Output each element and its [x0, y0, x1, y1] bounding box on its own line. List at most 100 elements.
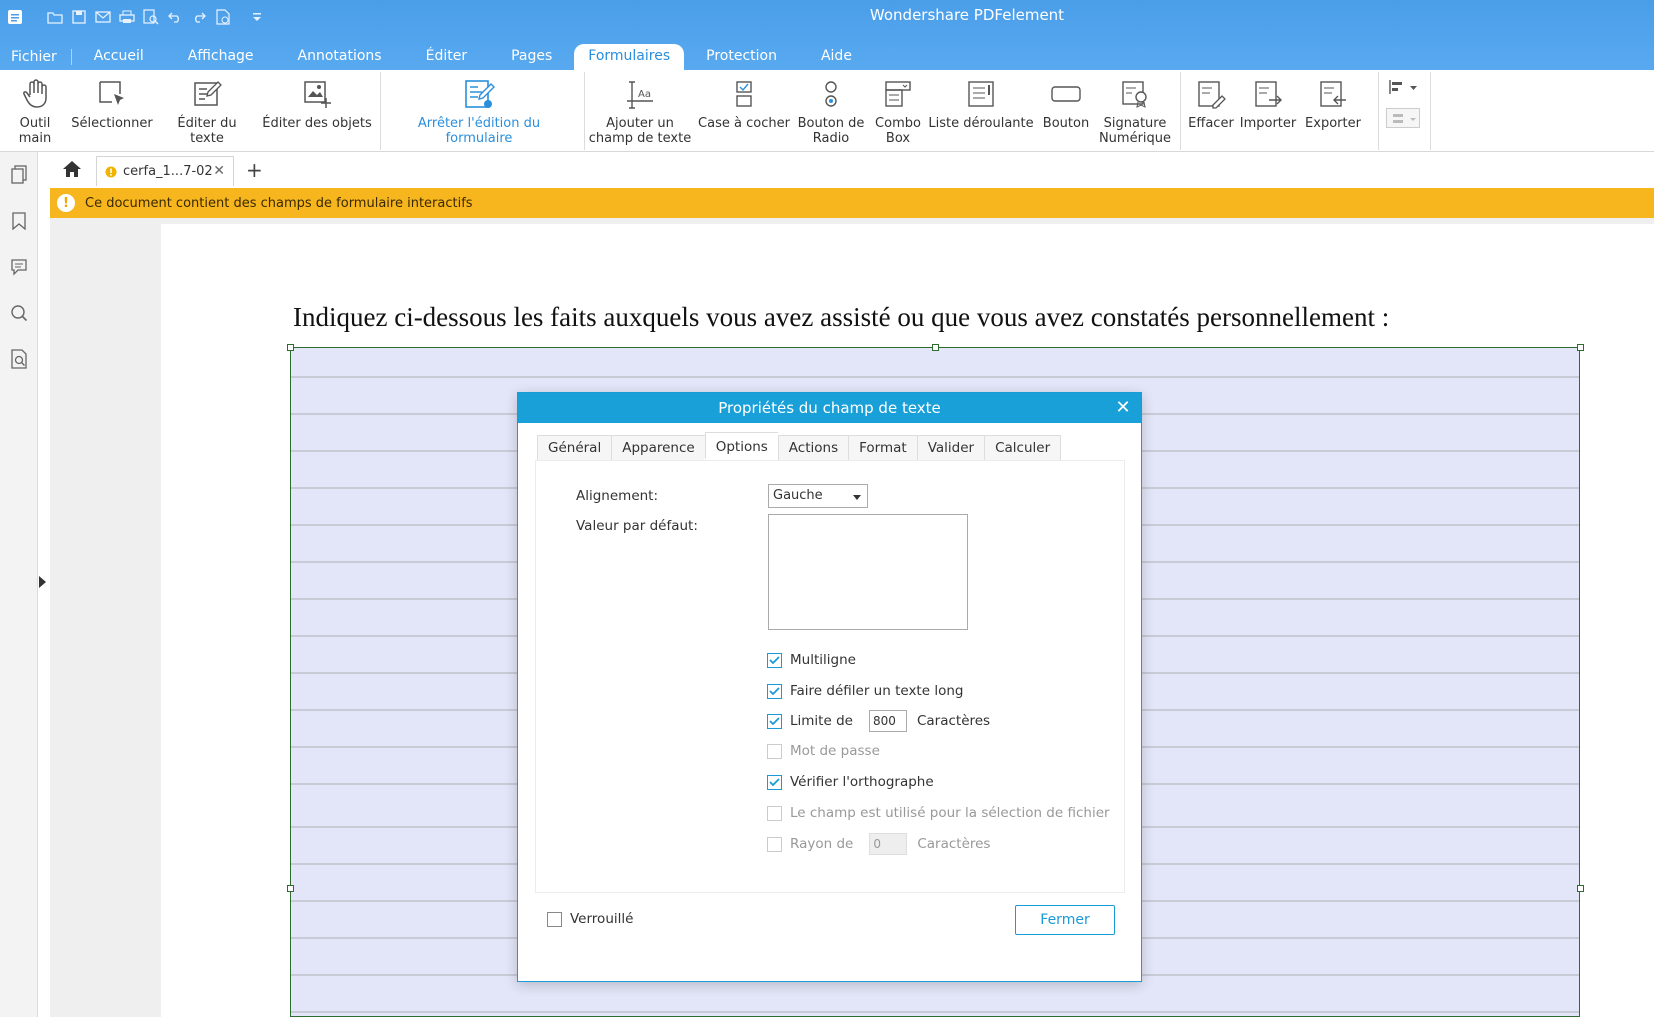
bouton-radio-label-2: Radio	[812, 131, 850, 146]
resize-handle[interactable]	[932, 344, 939, 351]
arreter-edition-button[interactable]: Arrêter l'édition du formulaire	[384, 70, 574, 152]
orthographe-option[interactable]: Vérifier l'orthographe	[767, 772, 934, 792]
new-tab-icon[interactable]: +	[246, 158, 263, 182]
close-tab-icon[interactable]: ✕	[213, 163, 225, 179]
menu-protection[interactable]: Protection	[684, 44, 799, 70]
bouton-radio-label-1: Bouton de	[797, 116, 865, 131]
combo-box-label-1: Combo	[875, 116, 921, 131]
menu-annotations[interactable]: Annotations	[276, 44, 404, 70]
limite-option[interactable]: Limite de 800 Caractères	[767, 710, 991, 732]
exporter-button[interactable]: Exporter	[1302, 70, 1364, 152]
limite-checkbox[interactable]	[767, 713, 782, 729]
ajouter-champ-label-2: champ de texte	[588, 131, 692, 146]
close-icon[interactable]: ✕	[1111, 393, 1135, 423]
dialog-tabs: Général Apparence Options Actions Format…	[537, 432, 1062, 461]
default-value-textarea[interactable]	[768, 514, 968, 630]
chevron-down-icon	[853, 495, 861, 500]
document-tab-label: cerfa_1...7-02	[123, 164, 213, 179]
orthographe-label: Vérifier l'orthographe	[790, 774, 934, 790]
edit-objects-icon	[300, 76, 334, 112]
selectionner-button[interactable]: Sélectionner	[71, 70, 153, 152]
check-icon	[769, 686, 780, 695]
menu-pages[interactable]: Pages	[489, 44, 574, 70]
notice-text: Ce document contient des champs de formu…	[85, 195, 473, 211]
limite-input[interactable]: 800	[868, 710, 907, 732]
fermer-button[interactable]: Fermer	[1015, 905, 1115, 935]
tab-calculer[interactable]: Calculer	[984, 435, 1062, 461]
liste-deroulante-button[interactable]: Liste déroulante	[926, 70, 1036, 152]
resize-handle[interactable]	[1577, 885, 1584, 892]
comment-icon[interactable]	[8, 256, 30, 278]
align-dropdown-button[interactable]	[1388, 78, 1420, 96]
resize-handle[interactable]	[287, 885, 294, 892]
search-icon[interactable]	[8, 302, 30, 324]
document-tab[interactable]: cerfa_1...7-02 ✕	[96, 156, 234, 186]
search-document-icon[interactable]	[8, 348, 30, 370]
tab-actions[interactable]: Actions	[777, 435, 849, 461]
importer-button[interactable]: Importer	[1238, 70, 1298, 152]
distribute-dropdown-button[interactable]	[1386, 108, 1420, 128]
resize-handle[interactable]	[1577, 344, 1584, 351]
thumbnails-icon[interactable]	[8, 164, 30, 186]
defiler-option[interactable]: Faire défiler un texte long	[767, 681, 963, 701]
alignment-select[interactable]: Gauche	[768, 484, 868, 508]
bouton-radio-button[interactable]: Bouton de Radio	[796, 70, 866, 152]
tab-valider[interactable]: Valider	[916, 435, 985, 461]
bouton-button[interactable]: Bouton	[1040, 70, 1092, 152]
orthographe-checkbox[interactable]	[767, 774, 782, 790]
tab-options[interactable]: Options	[704, 432, 778, 459]
ajouter-champ-texte-button[interactable]: Aa Ajouter un champ de texte	[588, 70, 692, 152]
rayon-unit: Caractères	[917, 836, 991, 852]
arreter-edition-label: Arrêter l'édition du formulaire	[417, 116, 541, 146]
editer-objets-button[interactable]: Éditer des objets	[262, 70, 372, 152]
home-icon[interactable]	[62, 160, 82, 182]
menu-aide[interactable]: Aide	[799, 44, 874, 70]
menu-accueil[interactable]: Accueil	[72, 44, 166, 70]
outil-main-button[interactable]: Outil main	[2, 70, 68, 152]
outil-main-label: Outil main	[18, 116, 52, 146]
case-a-cocher-button[interactable]: Case à cocher	[696, 70, 792, 152]
ajouter-champ-label-1: Ajouter un	[606, 116, 674, 131]
bouton-label: Bouton	[1042, 116, 1090, 131]
options-panel: Alignement: Gauche Valeur par défaut: Mu…	[535, 460, 1125, 893]
menu-fichier[interactable]: Fichier	[0, 49, 72, 65]
liste-deroulante-label: Liste déroulante	[928, 116, 1034, 131]
signature-numerique-button[interactable]: Signature Numérique	[1094, 70, 1176, 152]
menu-formulaires[interactable]: Formulaires	[574, 44, 685, 70]
limite-unit: Caractères	[916, 713, 991, 729]
ribbon-toolbar: Outil main Sélectionner Éditer du texte …	[0, 70, 1654, 152]
list-box-icon	[964, 76, 998, 112]
title-bar: Wondershare PDFelement Fichier Accueil A…	[0, 0, 1654, 70]
warning-icon	[105, 166, 117, 177]
menu-editer[interactable]: Éditer	[404, 44, 489, 70]
effacer-button[interactable]: Effacer	[1182, 70, 1240, 152]
verrouille-option[interactable]: Verrouillé	[547, 911, 633, 927]
resize-handle[interactable]	[287, 344, 294, 351]
bookmark-icon[interactable]	[8, 210, 30, 232]
defiler-checkbox[interactable]	[767, 683, 782, 699]
importer-label: Importer	[1239, 116, 1297, 131]
expand-panel-icon[interactable]	[39, 576, 46, 588]
import-icon	[1251, 76, 1285, 112]
multiligne-checkbox[interactable]	[767, 652, 782, 668]
tab-general[interactable]: Général	[537, 435, 612, 461]
mot-de-passe-option: Mot de passe	[767, 741, 880, 761]
dialog-title: Propriétés du champ de texte	[718, 399, 941, 417]
field-line	[291, 1011, 1579, 1013]
verrouille-checkbox[interactable]	[547, 911, 562, 927]
case-a-cocher-label: Case à cocher	[698, 116, 790, 131]
menu-affichage[interactable]: Affichage	[166, 44, 276, 70]
rayon-checkbox	[767, 836, 782, 852]
ribbon-separator	[584, 72, 585, 150]
main-menu: Fichier Accueil Affichage Annotations Éd…	[0, 44, 874, 70]
tab-format[interactable]: Format	[848, 435, 917, 461]
combo-box-icon	[881, 76, 915, 112]
text-field-properties-dialog: Propriétés du champ de texte ✕ Général A…	[517, 392, 1142, 982]
editer-texte-button[interactable]: Éditer du texte	[160, 70, 254, 152]
form-notice-bar: ! Ce document contient des champs de for…	[50, 188, 1654, 218]
document-tabs: cerfa_1...7-02 ✕ +	[50, 152, 1654, 188]
multiligne-option[interactable]: Multiligne	[767, 650, 856, 670]
tab-apparence[interactable]: Apparence	[611, 435, 705, 461]
rayon-input: 0	[869, 833, 908, 855]
combo-box-button[interactable]: Combo Box	[870, 70, 926, 152]
